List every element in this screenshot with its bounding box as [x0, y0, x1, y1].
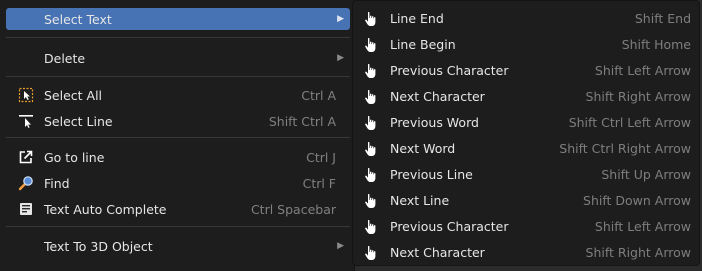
menu-item-go-to-line[interactable]: Go to line Ctrl J	[6, 146, 350, 168]
submenu-item-shortcut: Shift Up Arrow	[601, 167, 691, 182]
menu-item-shortcut: Ctrl Spacebar	[250, 201, 336, 217]
menu-item-delete[interactable]: Delete ▶	[6, 47, 350, 69]
submenu-item-shortcut: Shift Ctrl Left Arrow	[568, 115, 691, 130]
submenu-item-shortcut: Shift Right Arrow	[585, 89, 691, 104]
submenu-item-next-character[interactable]: Next Character Shift Right Arrow	[353, 85, 699, 109]
submenu-item-label: Next Line	[390, 193, 450, 208]
submenu-item-shortcut: Shift Right Arrow	[585, 245, 691, 260]
select-all-icon	[18, 87, 34, 103]
submenu-item-shortcut: Shift Down Arrow	[583, 193, 691, 208]
submenu-item-shortcut: Shift End	[634, 11, 691, 26]
submenu-arrow-icon: ▶	[337, 14, 344, 24]
submenu-item-label: Next Character	[390, 89, 485, 104]
menu-item-select-all[interactable]: Select All Ctrl A	[6, 84, 350, 106]
hand-pointer-icon	[363, 63, 379, 79]
submenu-item-next-word[interactable]: Next Word Shift Ctrl Right Arrow	[353, 137, 699, 161]
hand-pointer-icon	[363, 89, 379, 105]
menu-item-label: Select Text	[44, 11, 112, 27]
menu-item-label: Select Line	[44, 113, 113, 129]
select-line-icon	[18, 113, 34, 129]
submenu-item-label: Previous Word	[390, 115, 479, 130]
menu-separator	[6, 76, 350, 77]
select-text-submenu: Line End Shift End Line Begin Shift Home…	[352, 0, 700, 266]
submenu-arrow-icon: ▶	[337, 53, 344, 63]
menu-item-select-line[interactable]: Select Line Shift Ctrl A	[6, 110, 350, 132]
submenu-item-label: Previous Character	[390, 63, 509, 78]
submenu-item-label: Next Word	[390, 141, 456, 156]
menu-item-select-text[interactable]: Select Text ▶	[6, 8, 350, 30]
submenu-arrow-icon: ▶	[337, 241, 344, 251]
menu-item-shortcut: Ctrl A	[301, 87, 336, 103]
hand-pointer-icon	[363, 11, 379, 27]
menu-separator	[6, 37, 350, 38]
submenu-item-line-begin[interactable]: Line Begin Shift Home	[353, 33, 699, 57]
hand-pointer-icon	[363, 167, 379, 183]
menu-separator	[6, 137, 350, 138]
submenu-item-previous-line[interactable]: Previous Line Shift Up Arrow	[353, 163, 699, 187]
submenu-item-label: Line Begin	[390, 37, 456, 52]
submenu-item-label: Previous Line	[390, 167, 473, 182]
go-to-line-icon	[18, 149, 34, 165]
menu-item-shortcut: Ctrl F	[302, 175, 336, 191]
submenu-item-label: Line End	[390, 11, 444, 26]
menu-item-shortcut: Ctrl J	[306, 149, 336, 165]
menu-separator	[6, 226, 350, 227]
submenu-item-label: Next Character	[390, 245, 485, 260]
submenu-item-previous-character-2[interactable]: Previous Character Shift Left Arrow	[353, 215, 699, 239]
submenu-item-shortcut: Shift Home	[621, 37, 691, 52]
menu-item-label: Find	[44, 175, 70, 191]
menu-item-text-auto-complete[interactable]: Text Auto Complete Ctrl Spacebar	[6, 198, 350, 220]
menu-item-label: Go to line	[44, 149, 105, 165]
submenu-item-label: Previous Character	[390, 219, 509, 234]
submenu-item-shortcut: Shift Left Arrow	[594, 219, 691, 234]
hand-pointer-icon	[363, 219, 379, 235]
text-select-menu: Select Text ▶ Delete ▶ Select All Ctrl A…	[0, 0, 355, 271]
submenu-item-next-character-2[interactable]: Next Character Shift Right Arrow	[353, 241, 699, 265]
hand-pointer-icon	[363, 193, 379, 209]
hand-pointer-icon	[363, 37, 379, 53]
hand-pointer-icon	[363, 115, 379, 131]
submenu-item-shortcut: Shift Ctrl Right Arrow	[559, 141, 691, 156]
menu-item-label: Text To 3D Object	[44, 238, 153, 254]
hand-pointer-icon	[363, 245, 379, 261]
find-icon	[18, 175, 34, 191]
submenu-item-line-end[interactable]: Line End Shift End	[353, 7, 699, 31]
submenu-item-previous-word[interactable]: Previous Word Shift Ctrl Left Arrow	[353, 111, 699, 135]
menu-item-label: Select All	[44, 87, 103, 103]
auto-complete-icon	[18, 201, 34, 217]
menu-item-find[interactable]: Find Ctrl F	[6, 172, 350, 194]
hand-pointer-icon	[363, 141, 379, 157]
submenu-item-next-line[interactable]: Next Line Shift Down Arrow	[353, 189, 699, 213]
submenu-item-shortcut: Shift Left Arrow	[594, 63, 691, 78]
menu-item-label: Text Auto Complete	[44, 201, 167, 217]
menu-item-shortcut: Shift Ctrl A	[268, 113, 336, 129]
menu-item-text-to-3d-object[interactable]: Text To 3D Object ▶	[6, 235, 350, 257]
menu-item-label: Delete	[44, 50, 86, 66]
submenu-item-previous-character[interactable]: Previous Character Shift Left Arrow	[353, 59, 699, 83]
